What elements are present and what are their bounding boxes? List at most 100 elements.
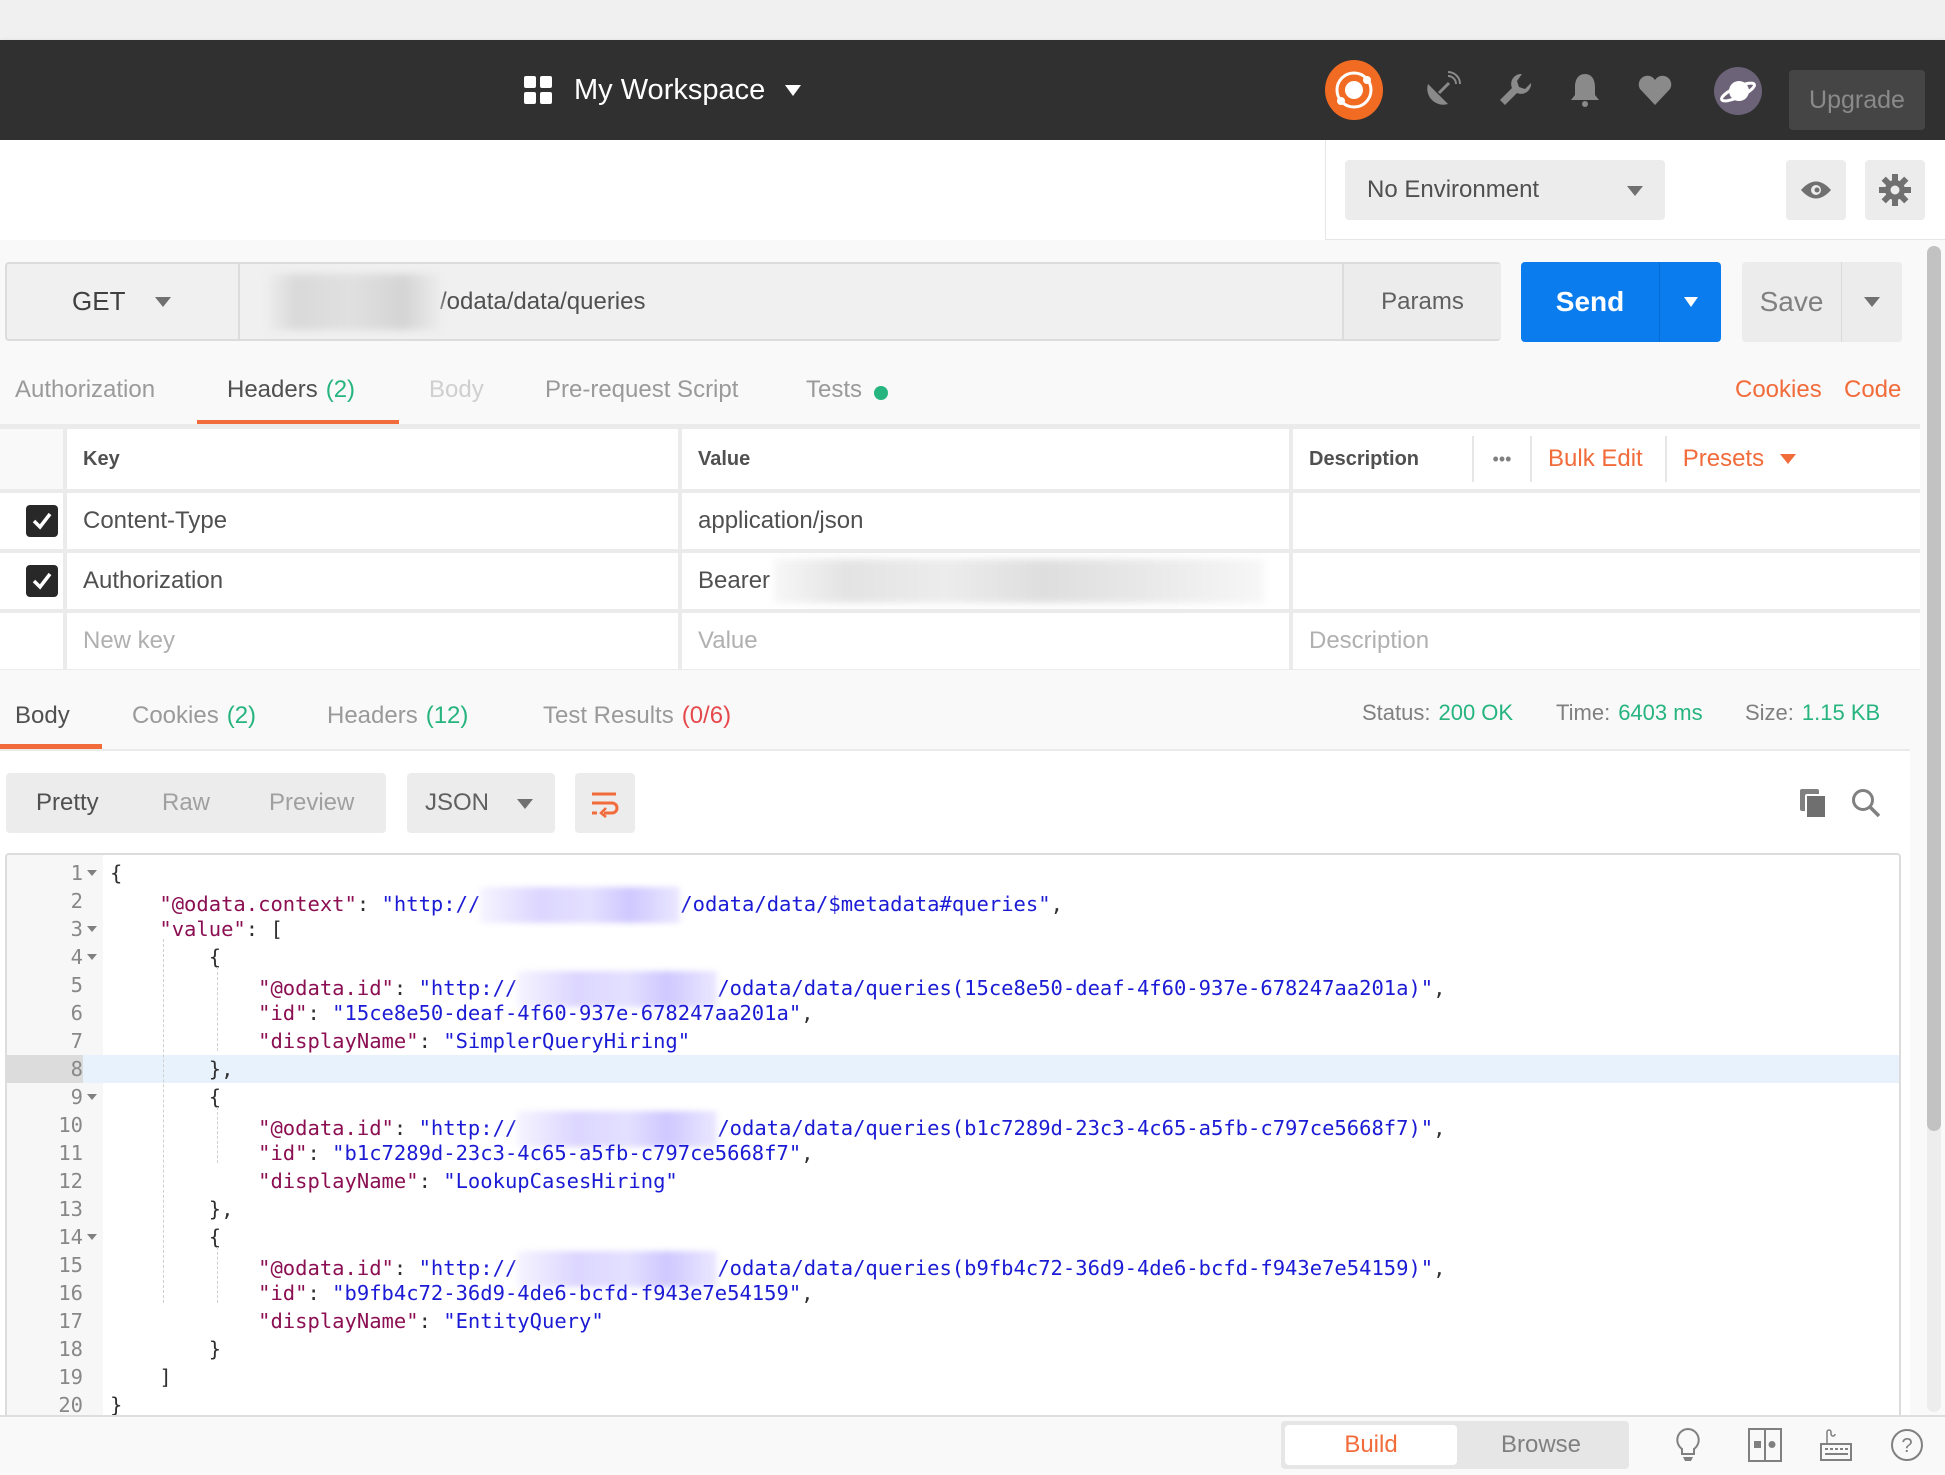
code-text: "displayName": "SimplerQueryHiring" (110, 1027, 690, 1055)
json-string: /odata/data/queries(b1c7289d-23c3-4c65-a… (717, 1116, 1434, 1140)
indent-guide (217, 1107, 218, 1163)
header-key-cell[interactable]: Authorization (67, 553, 678, 609)
tab-pre-request-script[interactable]: Pre-request Script (545, 370, 738, 426)
line-number: 17 (58, 1309, 83, 1333)
avatar[interactable] (1714, 67, 1762, 115)
workspace-switcher[interactable]: My Workspace (524, 40, 802, 140)
code-line: 7 "displayName": "SimplerQueryHiring" (7, 1027, 1899, 1055)
code-line: 4 { (7, 943, 1899, 971)
header-enabled-checkbox[interactable] (26, 505, 58, 537)
status-value: 200 OK (1438, 700, 1514, 725)
upgrade-button[interactable]: Upgrade (1789, 70, 1925, 130)
code-text: "value": [ (110, 915, 283, 943)
header-description-cell[interactable] (1293, 493, 1920, 549)
browse-mode-button[interactable]: Browse (1457, 1425, 1625, 1465)
method-select[interactable]: GET (7, 264, 240, 339)
indent-guide (217, 1247, 218, 1303)
json-string: "http:// (418, 1116, 518, 1140)
view-mode-preview[interactable]: Preview (269, 773, 354, 833)
environment-select[interactable]: No Environment (1345, 160, 1665, 220)
wrench-icon[interactable] (1490, 66, 1538, 114)
heart-icon[interactable] (1631, 66, 1679, 114)
header-description-cell[interactable] (1293, 553, 1920, 609)
time-value: 6403 ms (1618, 700, 1703, 725)
sync-icon[interactable] (1325, 60, 1383, 120)
line-number: 5 (70, 973, 83, 997)
new-description-input[interactable]: Description (1293, 613, 1920, 669)
format-select[interactable]: JSON (407, 773, 555, 833)
presets-dropdown[interactable]: Presets (1683, 445, 1797, 473)
window-top-strip (0, 0, 1945, 40)
tab-label: Headers (227, 376, 318, 403)
fold-toggle-icon[interactable] (87, 1234, 97, 1240)
cookies-link[interactable]: Cookies (1735, 376, 1822, 404)
fold-toggle-icon[interactable] (87, 1094, 97, 1100)
send-button[interactable]: Send (1521, 262, 1659, 342)
help-icon[interactable]: ? (1887, 1425, 1927, 1465)
code-link[interactable]: Code (1844, 376, 1901, 404)
copy-icon[interactable] (1795, 785, 1831, 821)
params-button[interactable]: Params (1342, 264, 1501, 339)
new-value-input[interactable]: Value (682, 613, 1289, 669)
keyboard-icon[interactable] (1816, 1425, 1856, 1465)
lightbulb-icon[interactable] (1668, 1425, 1708, 1465)
save-options-button[interactable] (1841, 262, 1902, 342)
tab-tests[interactable]: Tests (806, 370, 889, 426)
json-key: "@odata.context" (159, 892, 357, 916)
code-line: 5 "@odata.id": "http:// /odata/data/queri… (7, 971, 1899, 1007)
bulk-edit-link[interactable]: Bulk Edit (1548, 445, 1643, 473)
two-pane-icon[interactable] (1745, 1425, 1785, 1465)
row-checkbox-cell (0, 613, 63, 669)
tab-label: Cookies (132, 702, 219, 729)
tab-authorization[interactable]: Authorization (15, 370, 155, 426)
request-bar: GET /odata/data/queries Params (5, 262, 1501, 341)
search-icon[interactable] (1848, 785, 1884, 821)
header-enabled-checkbox[interactable] (26, 565, 58, 597)
time-label: Time: (1556, 700, 1611, 725)
tab-response-cookies[interactable]: Cookies (2) (132, 690, 256, 750)
view-mode-raw[interactable]: Raw (162, 773, 210, 833)
view-mode-pretty[interactable]: Pretty (36, 773, 99, 833)
wrap-lines-button[interactable] (575, 773, 635, 833)
status-bar (0, 1415, 1945, 1475)
column-header-key: Key (67, 429, 678, 489)
json-punctuation: : [ (245, 917, 283, 941)
request-tabs: Authorization Headers (2) Body Pre-reques… (0, 370, 1920, 426)
environment-quick-look-button[interactable] (1786, 160, 1846, 220)
method-label: GET (72, 286, 126, 316)
line-number: 1 (70, 861, 83, 885)
bell-icon[interactable] (1561, 66, 1609, 114)
environment-settings-button[interactable] (1865, 160, 1925, 220)
format-label: JSON (425, 789, 490, 816)
tab-response-headers[interactable]: Headers (12) (327, 690, 468, 750)
response-code-editor[interactable]: 1{2 "@odata.context": "http:///odata/dat… (5, 853, 1901, 1415)
build-mode-button[interactable]: Build (1285, 1425, 1457, 1465)
header-key-cell[interactable]: Content-Type (67, 493, 678, 549)
more-options-button[interactable]: ••• (1474, 449, 1530, 470)
line-number: 10 (58, 1113, 83, 1137)
new-key-input[interactable]: New key (67, 613, 678, 669)
fold-toggle-icon[interactable] (87, 870, 97, 876)
json-string: "http:// (418, 1256, 518, 1280)
chevron-down-icon (1864, 297, 1880, 307)
header-value-cell[interactable]: application/json (682, 493, 1289, 549)
fold-toggle-icon[interactable] (87, 926, 97, 932)
code-line: 9 { (7, 1083, 1899, 1111)
tab-label: Pre-request Script (545, 376, 739, 403)
json-punctuation: : (307, 1141, 333, 1165)
tab-response-body[interactable]: Body (0, 690, 102, 750)
scrollbar-thumb[interactable] (1927, 246, 1941, 1131)
tab-label: Tests (806, 376, 863, 403)
satellite-icon[interactable] (1418, 66, 1466, 114)
url-input[interactable]: /odata/data/queries (242, 264, 1342, 339)
fold-toggle-icon[interactable] (87, 954, 97, 960)
tab-body[interactable]: Body (429, 370, 484, 426)
header-value-cell[interactable]: Bearer (682, 553, 1289, 609)
send-options-button[interactable] (1659, 262, 1721, 342)
tab-test-results[interactable]: Test Results (0/6) (543, 690, 731, 750)
tab-label: Test Results (543, 702, 674, 729)
save-button[interactable]: Save (1742, 262, 1841, 342)
tab-headers[interactable]: Headers (2) (197, 370, 399, 426)
save-button-group: Save (1742, 262, 1902, 342)
json-punctuation: : (393, 976, 419, 1000)
